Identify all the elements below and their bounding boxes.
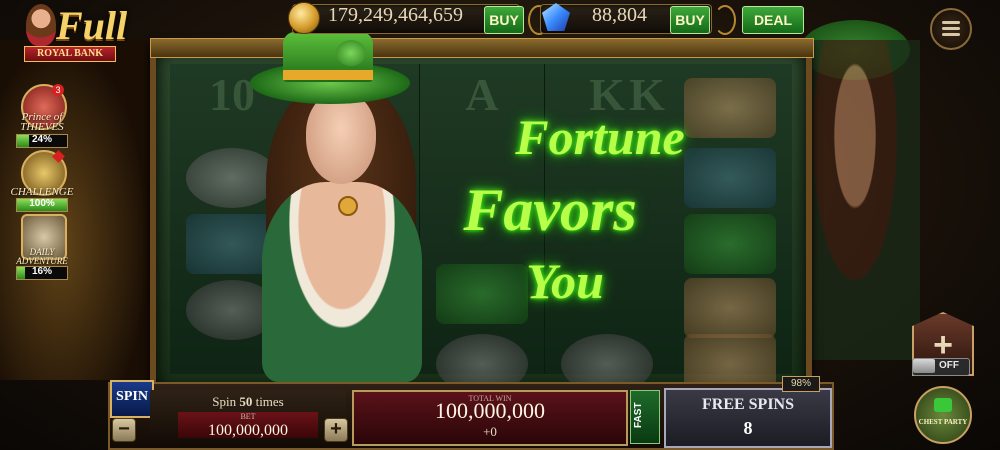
logo-subtitle: ROYAL BANK bbox=[24, 46, 116, 62]
headline-line-1: Fortune bbox=[515, 109, 685, 165]
progress-text: 100% bbox=[29, 198, 55, 209]
coins-buy-button[interactable]: BUY bbox=[484, 6, 524, 34]
progress-bar: 100% bbox=[16, 198, 68, 212]
feature-label: DAILY ADVENTURE bbox=[16, 247, 68, 266]
menu-button[interactable] bbox=[930, 8, 972, 50]
progress-text: 24% bbox=[31, 134, 52, 145]
spin-button[interactable]: SPIN bbox=[110, 380, 154, 418]
clover-icon bbox=[336, 40, 366, 66]
bet-increase-button[interactable]: + bbox=[324, 418, 348, 442]
bet-value: 100,000,000 bbox=[208, 422, 288, 439]
auto-toggle[interactable]: OFF bbox=[912, 358, 970, 376]
toggle-knob bbox=[913, 359, 935, 373]
character-hat-band bbox=[283, 70, 373, 80]
percent-badge: 98% bbox=[782, 376, 820, 392]
laurel-icon bbox=[714, 5, 736, 35]
logo: Full ROYAL BANK bbox=[22, 3, 140, 64]
progress-bar: 16% bbox=[16, 266, 68, 280]
chest-party-button[interactable]: CHEST PARTY bbox=[914, 386, 972, 444]
bet-label: BET bbox=[240, 412, 256, 421]
bread-icon bbox=[684, 278, 776, 338]
headline-line-2: Favors bbox=[463, 177, 637, 243]
necklace-icon bbox=[338, 196, 358, 216]
menu-icon bbox=[942, 21, 960, 24]
fast-button[interactable]: FAST bbox=[630, 390, 660, 444]
bet-panel: Spin 50 times BET 100,000,000 bbox=[150, 390, 346, 442]
progress-text: 16% bbox=[31, 266, 52, 277]
coin-icon bbox=[288, 2, 320, 34]
deal-button[interactable]: DEAL bbox=[742, 6, 804, 34]
gems-buy-button[interactable]: BUY bbox=[670, 6, 710, 34]
logo-portrait bbox=[26, 4, 56, 46]
free-spins-value: 8 bbox=[743, 418, 753, 438]
feature-label: Prince of THIEVES bbox=[20, 111, 64, 133]
hat-symbol bbox=[684, 214, 776, 274]
free-spins-panel[interactable]: FREE SPINS 8 bbox=[664, 388, 832, 448]
notification-badge: 3 bbox=[52, 84, 64, 96]
total-win-panel: TOTAL WIN 100,000,000 +0 bbox=[352, 390, 628, 446]
download-icon bbox=[934, 398, 952, 412]
total-win-delta: +0 bbox=[483, 424, 497, 439]
logo-title: Full bbox=[56, 3, 128, 48]
headline-line-3: You bbox=[526, 253, 604, 309]
total-win-value: 100,000,000 bbox=[435, 398, 545, 423]
chest-label: CHEST PARTY bbox=[918, 418, 968, 426]
spin-times-text: Spin 50 times bbox=[212, 394, 284, 409]
horseshoe-icon bbox=[186, 148, 278, 208]
free-spins-label: FREE SPINS bbox=[701, 396, 795, 413]
reel-frame-top bbox=[150, 38, 814, 58]
toggle-label: OFF bbox=[939, 360, 959, 371]
gem-balance-value: 88,804 bbox=[592, 4, 647, 26]
coin-balance-value: 179,249,464,659 bbox=[328, 4, 463, 26]
bet-decrease-button[interactable]: − bbox=[112, 418, 136, 442]
progress-bar: 24% bbox=[16, 134, 68, 148]
fast-label: FAST bbox=[633, 402, 644, 428]
feature-label: CHALLENGE bbox=[10, 186, 74, 198]
character-face bbox=[306, 92, 376, 184]
